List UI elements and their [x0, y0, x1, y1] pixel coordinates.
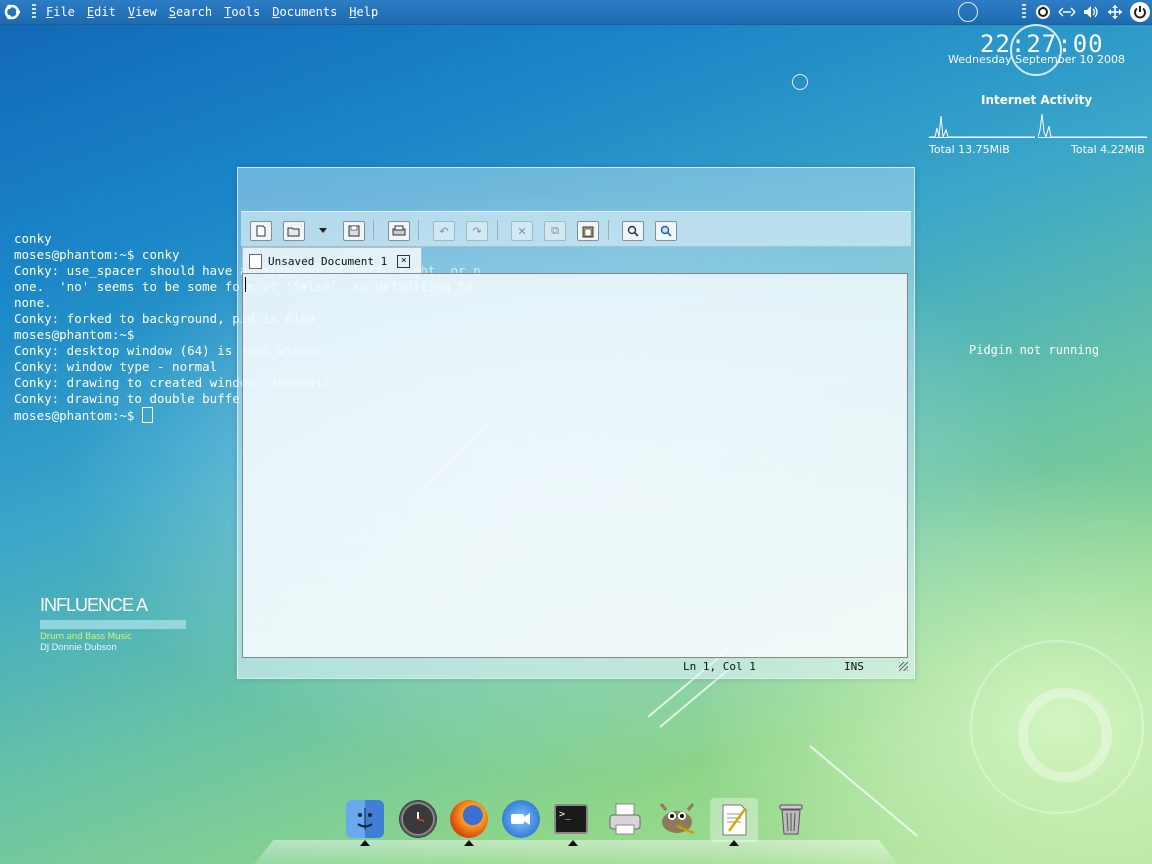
wallpaper-ring: [958, 2, 978, 22]
status-bar: Ln 1, Col 1 INS: [242, 658, 910, 676]
panel-grip[interactable]: [32, 4, 36, 20]
dock: >_: [254, 790, 898, 864]
network-icon[interactable]: [1058, 3, 1076, 21]
cursor-position: Ln 1, Col 1: [683, 660, 756, 673]
terminal-icon[interactable]: >_: [554, 804, 588, 834]
tab-title: Unsaved Document 1: [268, 254, 388, 268]
copy-button[interactable]: ⧉: [544, 221, 566, 241]
album-artist: DJ Donnie Dubson: [40, 643, 117, 653]
text-editor-icon[interactable]: [710, 798, 758, 842]
menu-edit[interactable]: Edit: [87, 5, 116, 19]
download-graph: [929, 115, 1035, 138]
running-indicator-icon: [568, 840, 578, 846]
volume-icon[interactable]: [1082, 3, 1100, 21]
internet-activity-title: Internet Activity: [981, 93, 1093, 107]
chat-icon[interactable]: [502, 800, 540, 838]
firefox-icon[interactable]: [450, 800, 488, 838]
open-button[interactable]: [283, 221, 305, 241]
text-editor-area[interactable]: [242, 273, 908, 658]
find-button[interactable]: [622, 221, 644, 241]
insert-mode: INS: [844, 660, 864, 673]
menu-tools[interactable]: Tools: [224, 5, 260, 19]
redo-button[interactable]: ↷: [466, 221, 488, 241]
tray-grip[interactable]: [1022, 4, 1026, 20]
cut-button[interactable]: ✕: [511, 221, 533, 241]
document-icon: [249, 253, 262, 269]
new-document-button[interactable]: [250, 221, 272, 241]
printer-icon[interactable]: [606, 800, 644, 838]
running-indicator-icon: [360, 840, 370, 846]
network-manager-icon[interactable]: [1106, 3, 1124, 21]
menu-search[interactable]: Search: [169, 5, 212, 19]
menu-file[interactable]: File: [46, 5, 75, 19]
close-tab-icon[interactable]: ×: [397, 254, 411, 268]
resize-grip-icon[interactable]: [899, 662, 908, 671]
document-tab[interactable]: Unsaved Document 1 ×: [242, 247, 422, 274]
trash-icon[interactable]: [772, 800, 810, 838]
menu-view[interactable]: View: [128, 5, 157, 19]
running-indicator-icon: [729, 840, 739, 846]
gedit-window: ↶ ↷ ✕ ⧉ Unsaved Document 1 × Ln 1, Col 1…: [237, 167, 915, 679]
album-title: INFLUENCE A: [40, 595, 148, 615]
wallpaper-ring: [1018, 688, 1112, 782]
power-icon[interactable]: [1130, 2, 1150, 22]
upload-graph: [1038, 113, 1147, 138]
menu-help[interactable]: Help: [349, 5, 378, 19]
album-genre: Drum and Bass Music: [40, 632, 132, 642]
window-titlebar[interactable]: [238, 168, 914, 210]
text-caret: [245, 277, 246, 292]
running-indicator-icon: [464, 840, 474, 846]
toolbar-separator: [373, 220, 374, 240]
open-dropdown-arrow-icon[interactable]: [319, 228, 327, 233]
system-tray: [1022, 2, 1150, 22]
toolbar-separator: [418, 220, 419, 240]
clock-app-icon[interactable]: [399, 800, 437, 838]
paste-button[interactable]: [577, 221, 599, 241]
pidgin-status: Pidgin not running: [969, 343, 1100, 357]
wallpaper-ring: [792, 74, 808, 90]
undo-button[interactable]: ↶: [433, 221, 455, 241]
top-panel: File Edit View Search Tools Documents He…: [0, 0, 1152, 25]
terminal-cursor: [141, 407, 153, 423]
terminal-prompt: moses@phantom:~$: [14, 408, 142, 423]
finder-icon[interactable]: [346, 800, 384, 838]
menu-documents[interactable]: Documents: [272, 5, 337, 19]
toolbar: ↶ ↷ ✕ ⧉: [241, 211, 911, 247]
total-download: Total 13.75MiB: [929, 143, 1010, 156]
total-upload: Total 4.22MiB: [1071, 143, 1145, 156]
print-button[interactable]: [388, 221, 410, 241]
toolbar-separator: [497, 220, 498, 240]
toolbar-separator: [608, 220, 609, 240]
gimp-icon[interactable]: [658, 800, 696, 838]
album-bar: [40, 620, 186, 629]
save-button[interactable]: [343, 221, 365, 241]
clock-date: Wednesday September 10 2008: [948, 53, 1125, 66]
update-icon[interactable]: [1034, 3, 1052, 21]
find-replace-button[interactable]: [655, 221, 677, 241]
ubuntu-logo-icon[interactable]: [2, 2, 22, 22]
